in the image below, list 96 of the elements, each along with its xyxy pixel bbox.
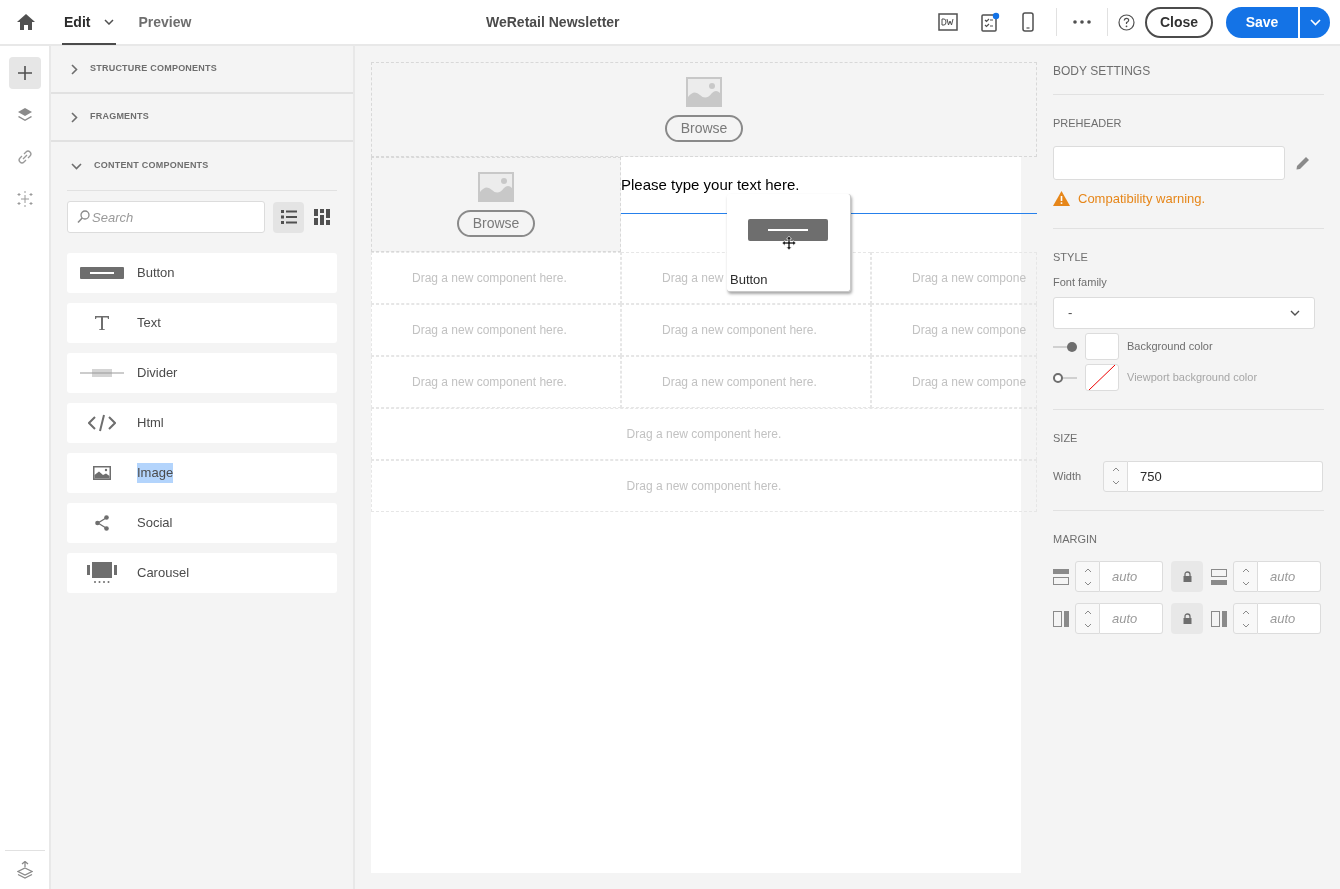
list-view-button[interactable] [273, 201, 304, 233]
divider-icon [80, 368, 124, 378]
component-label: Carousel [137, 564, 190, 583]
lock-icon [1182, 571, 1192, 582]
section-heading: MARGIN [1053, 531, 1098, 547]
toggle-switch[interactable] [1053, 371, 1077, 384]
color-swatch[interactable] [1085, 364, 1119, 391]
margin-field[interactable]: auto [1100, 603, 1163, 634]
section-header[interactable]: CONTENT COMPONENTS [51, 142, 353, 190]
button-shape-icon [80, 267, 124, 279]
color-label: Background color [1127, 339, 1213, 355]
stepper-icon [1241, 566, 1250, 587]
dreamweaver-icon[interactable] [937, 13, 958, 31]
chevron-down-icon [71, 162, 82, 170]
margin-left-icon [1053, 610, 1069, 627]
field-label: Width [1053, 468, 1083, 484]
tab[interactable]: Preview [136, 0, 194, 45]
search-field[interactable]: Search [67, 201, 265, 233]
move-cursor-icon [782, 236, 796, 250]
document-title: WeRetail Newsletter [486, 13, 620, 32]
section-header[interactable]: FRAGMENTS [51, 94, 353, 142]
field-label: Font family [1053, 274, 1108, 290]
checklist-icon[interactable] [979, 12, 1000, 32]
more-icon[interactable] [1072, 20, 1091, 24]
toggle-switch[interactable] [1053, 340, 1077, 353]
text-block[interactable]: Please type your text here. [621, 157, 1037, 197]
component-item[interactable]: Text [67, 303, 337, 343]
layers-icon [16, 107, 33, 123]
margin-top-icon [1053, 568, 1069, 585]
stepper-icon [1241, 608, 1250, 629]
component-label: Button [137, 264, 175, 283]
section-header[interactable]: STRUCTURE COMPONENTS [51, 46, 353, 94]
panel-title: BODY SETTINGS [1053, 62, 1324, 95]
layers-upload-icon[interactable] [16, 861, 33, 879]
mobile-icon[interactable] [1021, 12, 1034, 32]
sparkle-icon [16, 191, 33, 207]
chevron-down-icon [1290, 310, 1300, 316]
stepper-icon [1083, 566, 1092, 587]
component-item[interactable]: Social [67, 503, 337, 543]
component-label: Image [137, 463, 174, 483]
lock-button[interactable] [1171, 561, 1203, 592]
save-button[interactable]: Save [1226, 6, 1298, 38]
component-label: Social [137, 514, 173, 533]
button-shape-icon [748, 219, 828, 241]
stepper-icon [1111, 466, 1120, 486]
font-family-select[interactable]: - [1053, 297, 1315, 329]
component-item[interactable]: Html [67, 403, 337, 443]
no-color-icon [1086, 365, 1118, 390]
share-icon [94, 515, 110, 531]
image-icon [686, 77, 722, 107]
lock-button[interactable] [1171, 603, 1203, 634]
letter-t-icon [94, 315, 110, 331]
save-menu-button[interactable] [1300, 6, 1330, 38]
component-label: Html [137, 414, 164, 433]
image-icon [93, 466, 111, 480]
component-item[interactable]: Button [67, 253, 337, 293]
chevron-down-icon [1309, 18, 1321, 26]
home-icon[interactable] [16, 13, 36, 31]
image-icon [478, 172, 514, 202]
component-item[interactable]: Image [67, 453, 337, 493]
margin-field[interactable]: auto [1100, 561, 1163, 592]
link-icon [16, 149, 33, 165]
pencil-icon[interactable] [1295, 154, 1311, 171]
grid-icon [313, 209, 330, 225]
list-icon [280, 210, 297, 224]
warning-text: Compatibility warning. [1078, 189, 1206, 208]
margin-field[interactable]: auto [1258, 561, 1321, 592]
margin-bottom-icon [1211, 568, 1227, 585]
browse-button[interactable]: Browse [664, 115, 744, 142]
carousel-icon [87, 562, 117, 584]
code-icon [88, 414, 116, 432]
component-item[interactable]: Carousel [67, 553, 337, 593]
lock-icon [1182, 613, 1192, 624]
warning-icon [1053, 190, 1070, 206]
search-icon [77, 210, 90, 224]
stepper-icon [1083, 608, 1092, 629]
drag-label: Button [730, 271, 768, 289]
color-swatch[interactable] [1085, 333, 1119, 360]
section-heading: STYLE [1053, 250, 1089, 265]
margin-field[interactable]: auto [1258, 603, 1321, 634]
chevron-right-icon [71, 63, 78, 75]
plus-icon [17, 66, 32, 80]
color-label: Viewport background color [1127, 370, 1258, 386]
width-field[interactable]: 750 [1128, 460, 1323, 492]
margin-right-icon [1211, 610, 1227, 627]
component-label: Divider [137, 364, 178, 383]
browse-button[interactable]: Browse [456, 210, 536, 237]
preheader-field[interactable] [1053, 145, 1285, 180]
help-icon[interactable] [1117, 13, 1135, 31]
rail-button[interactable] [8, 57, 41, 89]
chevron-right-icon [71, 111, 78, 123]
component-label: Text [137, 314, 161, 333]
component-item[interactable]: Divider [67, 353, 337, 393]
close-button[interactable]: Close [1144, 6, 1213, 38]
section-heading: SIZE [1053, 431, 1079, 446]
section-heading: PREHEADER [1053, 116, 1123, 131]
